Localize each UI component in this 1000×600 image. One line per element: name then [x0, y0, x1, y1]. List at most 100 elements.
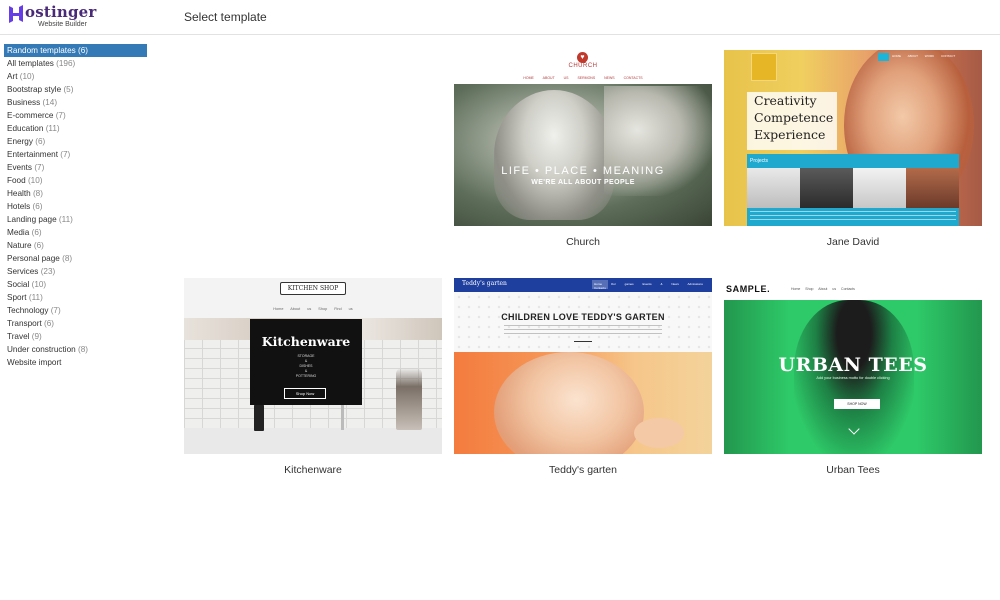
template-name[interactable]: Kitchenware	[184, 464, 442, 476]
category-item[interactable]: Food (10)	[4, 174, 147, 187]
category-count: (7)	[50, 306, 61, 315]
preview-logo: Teddy's garten	[462, 280, 507, 287]
category-item[interactable]: Sport (11)	[4, 291, 147, 304]
category-item[interactable]: Hotels (6)	[4, 200, 147, 213]
category-label: All templates	[7, 59, 54, 68]
category-label: E-commerce	[7, 111, 54, 120]
preview-site-name: CHURCH	[568, 63, 598, 69]
template-preview-church[interactable]: ♥ CHURCH HOME ABOUT US SERMONS NEWS CONT…	[454, 50, 712, 226]
category-item[interactable]: Media (6)	[4, 226, 147, 239]
category-label: Business	[7, 98, 41, 107]
logo-subtitle: Website Builder	[38, 21, 87, 28]
category-item[interactable]: Business (14)	[4, 96, 147, 109]
category-count: (14)	[42, 98, 58, 107]
category-count: (6)	[44, 319, 55, 328]
category-count: (6)	[35, 137, 46, 146]
template-preview-teddys-garten[interactable]: Teddy's garten Home Our games Events & N…	[454, 278, 712, 454]
category-item[interactable]: Bootstrap style (5)	[4, 83, 147, 96]
category-item[interactable]: Health (8)	[4, 187, 147, 200]
category-item[interactable]: Personal page (8)	[4, 252, 147, 265]
preview-title: URBAN TEES	[778, 354, 928, 376]
category-item[interactable]: Entertainment (7)	[4, 148, 147, 161]
template-name[interactable]: Jane David	[724, 236, 982, 248]
preview-nav: Home Shop About us Contacts	[791, 287, 855, 291]
category-item[interactable]: Travel (9)	[4, 330, 147, 343]
category-label: Nature	[7, 241, 32, 250]
category-count: (10)	[19, 72, 35, 81]
category-label: Food	[7, 176, 26, 185]
template-card-teddys-garten[interactable]: Teddy's garten Home Our games Events & N…	[454, 278, 712, 476]
category-count: (7)	[60, 150, 71, 159]
category-count: (11)	[58, 215, 73, 224]
category-label: Travel	[7, 332, 30, 341]
category-item[interactable]: Energy (6)	[4, 135, 147, 148]
preview-nav: HOME ABOUT US SERMONS NEWS CONTACTS	[523, 76, 643, 80]
category-label: Hotels	[7, 202, 31, 211]
category-label: Art	[7, 72, 18, 81]
category-label: Sport	[7, 293, 27, 302]
heart-icon: ♥	[577, 52, 588, 63]
category-item[interactable]: Nature (6)	[4, 239, 147, 252]
template-preview-urban-tees[interactable]: SAMPLE. Home Shop About us Contacts URBA…	[724, 278, 982, 454]
category-label: Personal page	[7, 254, 60, 263]
preview-nav: Home Our games Events & News Admissions …	[594, 282, 703, 290]
hostinger-h-icon	[8, 5, 24, 23]
preview-hero-box: Kitchenware STORAGE & DISHES & POTTERING…	[250, 319, 362, 405]
category-item[interactable]: All templates (196)	[4, 57, 147, 70]
category-label: Education	[7, 124, 44, 133]
preview-tagline: LIFE • PLACE • MEANING	[501, 165, 665, 177]
category-label: Website import	[7, 358, 62, 367]
category-item[interactable]: Technology (7)	[4, 304, 147, 317]
category-item[interactable]: Art (10)	[4, 70, 147, 83]
template-name[interactable]: Church	[454, 236, 712, 248]
category-label: Random templates	[7, 46, 76, 55]
preview-shop-button: SHOP NOW	[834, 399, 880, 409]
template-card-urban-tees[interactable]: SAMPLE. Home Shop About us Contacts URBA…	[724, 278, 982, 476]
category-item[interactable]: E-commerce (7)	[4, 109, 147, 122]
preview-subtitle: Add your business motto for double click…	[816, 376, 890, 380]
logo-wordmark: ostinger	[25, 3, 97, 21]
template-preview-jane-david[interactable]: HOME ABOUT WORK CONTACT Creativity Compe…	[724, 50, 982, 226]
template-card-jane-david[interactable]: HOME ABOUT WORK CONTACT Creativity Compe…	[724, 50, 982, 248]
preview-title: CHILDREN LOVE TEDDY'S GARTEN	[501, 312, 665, 322]
category-label: Bootstrap style	[7, 85, 62, 94]
hostinger-logo[interactable]: ostinger Website Builder	[8, 5, 97, 28]
template-preview-kitchenware[interactable]: KITCHEN SHOP Home About us Shop Find us …	[184, 278, 442, 454]
template-name[interactable]: Teddy's garten	[454, 464, 712, 476]
template-card-kitchenware[interactable]: KITCHEN SHOP Home About us Shop Find us …	[184, 278, 442, 476]
category-label: Energy	[7, 137, 33, 146]
category-item[interactable]: Education (11)	[4, 122, 147, 135]
category-label: Events	[7, 163, 33, 172]
preview-subline: WE'RE ALL ABOUT PEOPLE	[531, 179, 635, 186]
preview-nav: HOME ABOUT WORK CONTACT	[892, 54, 956, 58]
category-count: (6)	[32, 202, 43, 211]
page-title: Select template	[184, 10, 267, 24]
category-label: Technology	[7, 306, 49, 315]
category-count: (23)	[40, 267, 56, 276]
template-card-church[interactable]: ♥ CHURCH HOME ABOUT US SERMONS NEWS CONT…	[454, 50, 712, 248]
category-label: Transport	[7, 319, 42, 328]
category-item[interactable]: Transport (6)	[4, 317, 147, 330]
category-item[interactable]: Under construction (8)	[4, 343, 147, 356]
category-item[interactable]: Events (7)	[4, 161, 147, 174]
category-label: Social	[7, 280, 30, 289]
category-item[interactable]: Website import	[4, 356, 147, 369]
category-count: (5)	[63, 85, 74, 94]
category-sidebar: Random templates (6) All templates (196) A…	[4, 44, 147, 369]
template-name[interactable]: Urban Tees	[724, 464, 982, 476]
category-count: (6)	[33, 241, 44, 250]
category-count: (10)	[31, 280, 47, 289]
category-label: Landing page	[7, 215, 57, 224]
category-label: Health	[7, 189, 31, 198]
category-count: (196)	[56, 59, 76, 68]
category-label: Under construction	[7, 345, 76, 354]
category-item[interactable]: Social (10)	[4, 278, 147, 291]
category-item[interactable]: Landing page (11)	[4, 213, 147, 226]
category-item[interactable]: Random templates (6)	[4, 44, 147, 57]
tree-logo-icon	[751, 53, 777, 81]
category-count: (8)	[78, 345, 89, 354]
category-count: (7)	[34, 163, 45, 172]
category-label: Media	[7, 228, 30, 237]
category-count: (11)	[28, 293, 43, 302]
category-item[interactable]: Services (23)	[4, 265, 147, 278]
